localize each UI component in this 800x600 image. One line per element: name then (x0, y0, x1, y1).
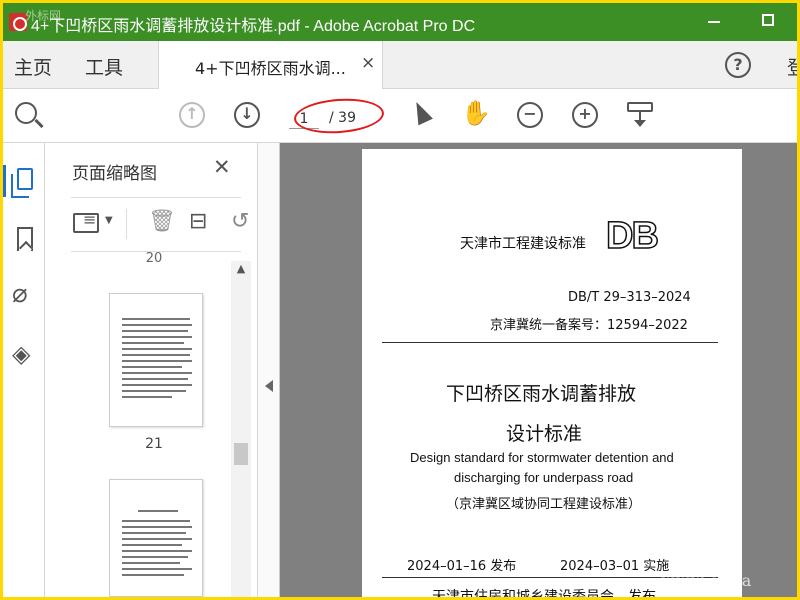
doc-title-line2: 设计标准 (506, 423, 583, 445)
document-view[interactable]: 天津市工程建设标准 DB DB/T 29–313–2024 京津冀统一备案号：1… (280, 143, 797, 597)
doc-publisher: 天津市住房和城乡建设委员会 发布 (432, 589, 656, 597)
sign-in-button[interactable]: 登 (787, 53, 797, 80)
select-tool-icon[interactable] (409, 98, 433, 126)
doc-record-number: 京津冀统一备案号：12594–2022 (490, 318, 688, 333)
doc-publish-date: 2024–01–16 发布 (407, 559, 517, 574)
scrollbar-thumb[interactable] (234, 443, 248, 465)
chevron-down-icon[interactable]: ▼ (105, 215, 113, 226)
page-thumbnail-22[interactable] (109, 479, 203, 597)
scroll-mode-icon[interactable] (627, 102, 653, 130)
doc-english-title-line2: discharging for underpass road (454, 470, 634, 485)
window-title: 4+下凹桥区雨水调蓄排放设计标准.pdf - Adobe Acrobat Pro… (31, 18, 476, 35)
doc-code: DB/T 29–313–2024 (568, 290, 691, 305)
doc-english-title-line1: Design standard for stormwater detention… (410, 450, 674, 465)
divider (382, 342, 718, 343)
page-total: / 39 (329, 110, 356, 126)
zoom-out-icon[interactable]: − (517, 102, 543, 128)
watermark-bottom: www.cnda (661, 571, 753, 590)
collapse-panel-icon[interactable] (265, 380, 273, 392)
minimize-icon[interactable] (708, 21, 720, 23)
acrobat-window: 外标网 4+下凹桥区雨水调蓄排放设计标准.pdf - Adobe Acrobat… (3, 3, 797, 597)
hand-tool-icon[interactable]: ✋ (461, 99, 491, 127)
panel-close-icon[interactable]: ✕ (213, 155, 231, 179)
thumbnail-label-prev: 20 (145, 251, 163, 263)
doc-title-line1: 下凹桥区雨水调蓄排放 (446, 383, 637, 405)
bookmark-icon[interactable] (17, 227, 33, 251)
panel-splitter[interactable] (258, 143, 280, 597)
attachment-icon[interactable]: ⌀ (12, 281, 34, 307)
maximize-icon[interactable] (762, 14, 774, 26)
thumbnail-label: 21 (145, 436, 163, 452)
scroll-up-icon[interactable]: ▲ (231, 261, 251, 277)
options-icon[interactable] (73, 210, 99, 233)
page-navigator: / 39 (289, 109, 373, 129)
previous-page-icon[interactable]: ↑ (179, 102, 205, 128)
layers-icon[interactable]: ◈ (12, 341, 34, 367)
document-tab-label: 4+下凹桥区雨水调... (195, 59, 346, 78)
rail-active-indicator (3, 165, 6, 197)
thumbnails-panel: 页面缩略图 ✕ ▼ 🗑 ⊟ ↺ 20 21 (45, 143, 258, 597)
divider (126, 209, 127, 239)
toolbar: ↑ ↓ / 39 ✋ − + (3, 89, 797, 143)
panel-title: 页面缩略图 (72, 164, 157, 184)
db-logo-text: DB (605, 214, 659, 258)
left-rail: ⌀ ◈ (3, 143, 45, 597)
find-search-icon[interactable] (15, 102, 37, 124)
divider (71, 197, 241, 198)
thumbnail-scrollbar[interactable]: ▲ (231, 261, 251, 597)
tab-tools[interactable]: 工具 (85, 53, 123, 80)
doc-effective-date: 2024–03–01 实施 (560, 559, 670, 574)
pdf-page: 天津市工程建设标准 DB DB/T 29–313–2024 京津冀统一备案号：1… (362, 149, 742, 597)
rotate-page-icon[interactable]: ↺ (231, 209, 249, 234)
help-icon[interactable]: ? (725, 52, 751, 78)
page-thumbnails-icon[interactable] (11, 168, 33, 198)
page-number-input[interactable] (289, 109, 319, 129)
next-page-icon[interactable]: ↓ (234, 102, 260, 128)
doc-subtitle: （京津冀区域协同工程建设标准） (446, 497, 642, 512)
title-bar: 外标网 4+下凹桥区雨水调蓄排放设计标准.pdf - Adobe Acrobat… (3, 3, 797, 41)
close-icon[interactable]: × (361, 53, 375, 73)
tab-home[interactable]: 主页 (14, 53, 52, 80)
db-logo: DB (605, 214, 659, 258)
doc-issuer: 天津市工程建设标准 (460, 236, 586, 252)
page-thumbnail-21[interactable] (109, 293, 203, 427)
tab-bar: 主页 工具 4+下凹桥区雨水调... × ? 登 (3, 41, 797, 89)
document-tab[interactable]: 4+下凹桥区雨水调... × (158, 41, 383, 89)
split-page-icon[interactable]: ⊟ (189, 209, 207, 234)
delete-page-icon[interactable]: 🗑 (148, 209, 176, 234)
zoom-in-icon[interactable]: + (572, 102, 598, 128)
